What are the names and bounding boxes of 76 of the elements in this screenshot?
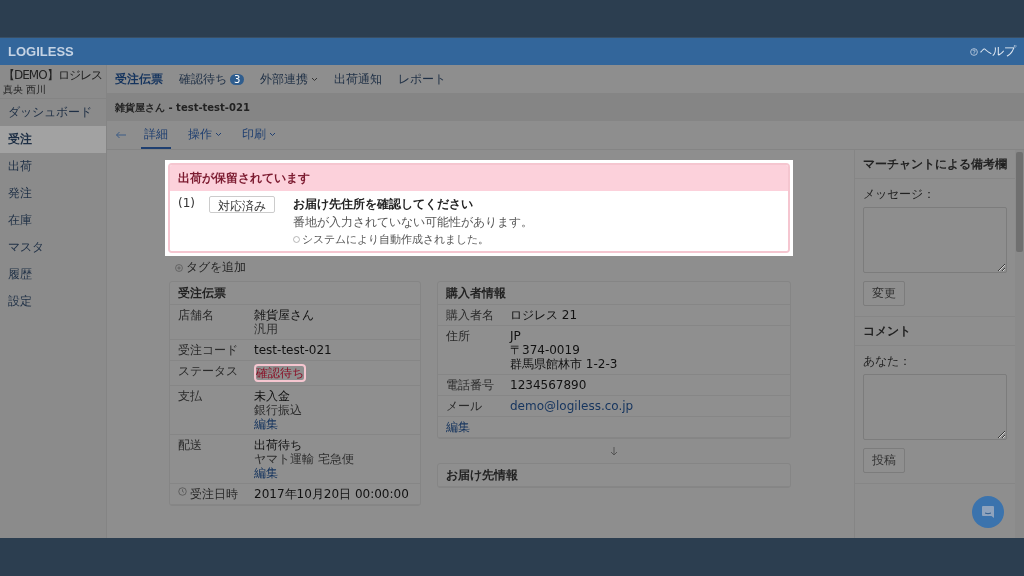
field-value: 未入金: [254, 389, 291, 403]
field-value: test-test-021: [254, 343, 332, 357]
field-label: 受注日時: [190, 487, 238, 501]
field-label: 電話番号: [446, 378, 494, 392]
sidebar-item[interactable]: 受注: [0, 126, 106, 153]
field-value: ロジレス 21: [510, 308, 578, 322]
alert-title: 出荷が保留されています: [178, 169, 310, 187]
brand-logo[interactable]: LOGILESS: [8, 44, 74, 59]
count-badge: 3: [230, 73, 245, 85]
sidebar-item[interactable]: マスタ: [0, 234, 106, 261]
field-value: 〒374-0019: [510, 343, 581, 357]
nav-tab[interactable]: 出荷通知: [334, 70, 383, 88]
sidebar-item[interactable]: 在庫: [0, 207, 106, 234]
scrollbar[interactable]: [1015, 150, 1024, 538]
field-label: ステータス: [178, 364, 238, 378]
field-value: 1234567890: [510, 378, 587, 392]
email-link[interactable]: demo@logiless.co.jp: [510, 399, 634, 413]
page-title: 雑貨屋さん - test-test-021: [115, 100, 250, 115]
edit-link[interactable]: 編集: [254, 417, 302, 431]
field-value: 銀行振込: [254, 403, 302, 417]
field-label: 配送: [178, 438, 202, 452]
back-arrow-icon[interactable]: [115, 131, 127, 139]
sidebar-item[interactable]: 出荷: [0, 153, 106, 180]
alert-detail: 番地が入力されていない可能性があります。: [293, 214, 533, 231]
sidebar-item[interactable]: ダッシュボード: [0, 99, 106, 126]
card-title: 購入者情報: [446, 284, 506, 302]
field-label: 店舗名: [178, 308, 214, 322]
field-label: あなた：: [863, 353, 912, 370]
edit-link[interactable]: 編集: [254, 466, 354, 480]
field-value: 確認待ち: [254, 364, 306, 382]
sidebar-item[interactable]: 発注: [0, 180, 106, 207]
field-value: 群馬県館林市 1-2-3: [510, 357, 618, 371]
user-name: 真央 西川: [3, 83, 47, 97]
help-icon: [970, 47, 978, 56]
resolved-button[interactable]: 対応済み: [209, 196, 275, 213]
sub-tab[interactable]: 詳細: [141, 121, 171, 149]
panel-title: マーチャントによる備考欄: [863, 155, 1007, 173]
sub-tab[interactable]: 操作: [185, 121, 225, 149]
panel-title: コメント: [863, 322, 911, 340]
field-label: 購入者名: [446, 308, 494, 322]
edit-link[interactable]: 編集: [446, 420, 470, 434]
field-label: 住所: [446, 329, 470, 343]
account-name: 【DEMO】ロジレス: [3, 68, 102, 83]
nav-tab[interactable]: 受注伝票: [115, 70, 163, 88]
field-label: メール: [446, 399, 482, 413]
account-switcher[interactable]: 【DEMO】ロジレス 真央 西川: [0, 65, 106, 99]
card-title: 受注伝票: [178, 284, 226, 302]
post-button[interactable]: 投稿: [863, 448, 905, 473]
add-tag-link[interactable]: タグを追加: [175, 259, 793, 276]
down-arrow-icon: [610, 446, 618, 456]
change-button[interactable]: 変更: [863, 281, 905, 306]
nav-tab[interactable]: 確認待ち 3: [179, 70, 245, 88]
field-value: JP: [510, 329, 522, 343]
chat-icon: [980, 504, 996, 520]
message-field[interactable]: [863, 207, 1007, 273]
card-title: お届け先情報: [446, 466, 518, 484]
sidebar-item[interactable]: 履歴: [0, 261, 106, 288]
field-value: 出荷待ち: [254, 438, 303, 452]
sub-tab[interactable]: 印刷: [239, 121, 279, 149]
alert-index: (1): [178, 196, 195, 212]
field-label: 受注コード: [178, 343, 238, 357]
nav-tab[interactable]: レポート: [398, 70, 447, 88]
field-value: 汎用: [254, 322, 279, 336]
field-value: 2017年10月20日 00:00:00: [254, 487, 409, 501]
help-link[interactable]: ヘルプ: [970, 43, 1016, 60]
alert-note: システムにより自動作成されました。: [302, 232, 489, 247]
plus-circle-icon: [175, 263, 183, 272]
field-label: 支払: [178, 389, 202, 403]
clock-icon: [178, 487, 187, 496]
comment-field[interactable]: [863, 374, 1007, 440]
field-value: 雑貨屋さん: [254, 308, 314, 322]
field-label: メッセージ：: [863, 186, 936, 203]
sidebar-item[interactable]: 設定: [0, 288, 106, 315]
alert-heading: お届け先住所を確認してください: [293, 196, 474, 213]
field-value: ヤマト運輸 宅急便: [254, 452, 354, 466]
nav-tab[interactable]: 外部連携: [260, 70, 319, 88]
